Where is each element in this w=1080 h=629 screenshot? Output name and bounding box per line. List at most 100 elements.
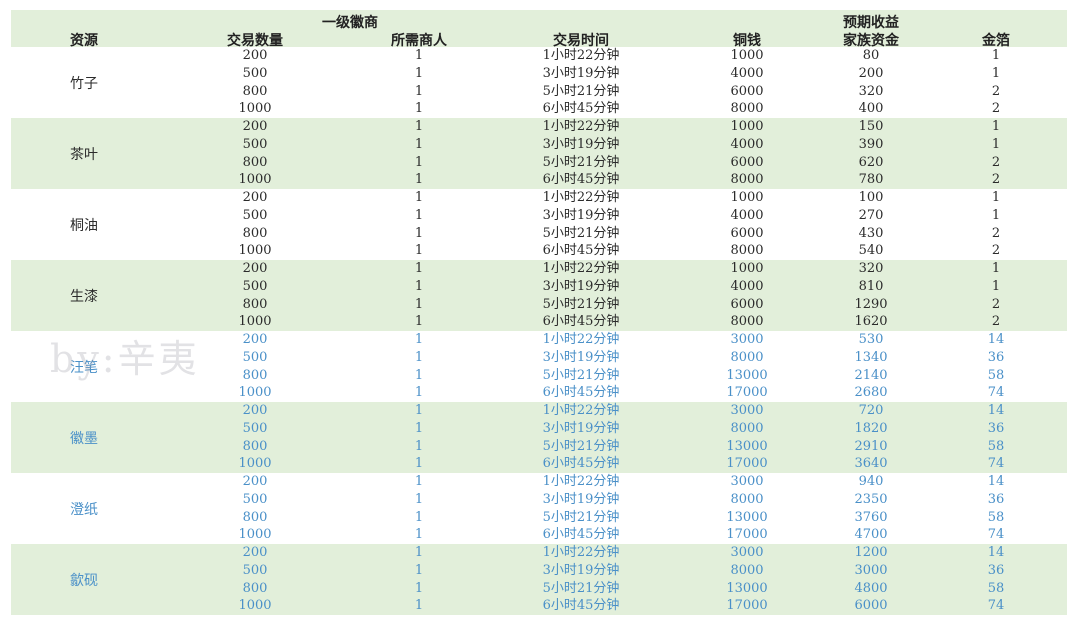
quantity-cell: 1000 [238, 527, 272, 543]
gold-cell: 14 [987, 474, 1005, 489]
family-fund-cell: 780 [858, 172, 884, 188]
gold-cell: 36 [987, 349, 1005, 365]
merchants-cell: 1 [414, 420, 424, 436]
quantity-cell: 200 [242, 190, 268, 205]
time-cell: 3小时19分钟 [542, 491, 620, 507]
copper-cell: 1000 [730, 119, 764, 134]
table-row: 500 1 3小时19分钟 8000 1820 36 [11, 420, 1067, 438]
time-cell: 5小时21分钟 [542, 154, 620, 170]
quantity-cell: 200 [242, 545, 268, 560]
quantity-cell: 500 [242, 65, 268, 81]
time-cell: 6小时45分钟 [542, 314, 620, 330]
table-row: 500 1 3小时19分钟 8000 3000 36 [11, 562, 1067, 580]
merchants-cell: 1 [414, 491, 424, 507]
time-cell: 1小时22分钟 [542, 48, 620, 63]
family-fund-cell: 400 [858, 101, 884, 117]
family-fund-cell: 100 [858, 190, 884, 205]
gold-cell: 58 [987, 580, 1005, 596]
table-row: 200 1 1小时22分钟 1000 100 1 [11, 189, 1067, 207]
merchants-cell: 1 [414, 65, 424, 81]
table-row: 800 1 5小时21分钟 13000 3760 58 [11, 509, 1067, 527]
quantity-cell: 500 [242, 136, 268, 152]
gold-cell: 58 [987, 367, 1005, 383]
gold-cell: 36 [987, 562, 1005, 578]
quantity-cell: 1000 [238, 101, 272, 117]
table-row: 500 1 3小时19分钟 4000 810 1 [11, 278, 1067, 296]
quantity-cell: 800 [242, 367, 268, 383]
copper-cell: 1000 [730, 48, 764, 63]
merchants-cell: 1 [414, 83, 424, 99]
time-cell: 5小时21分钟 [542, 296, 620, 312]
table-row: 200 1 1小时22分钟 3000 530 14 [11, 331, 1067, 349]
family-fund-cell: 390 [858, 136, 884, 152]
quantity-cell: 1000 [238, 456, 272, 472]
table-row: 200 1 1小时22分钟 1000 80 1 [11, 47, 1067, 65]
merchants-cell: 1 [414, 261, 424, 276]
time-cell: 5小时21分钟 [542, 580, 620, 596]
copper-cell: 8000 [730, 491, 764, 507]
gold-cell: 14 [987, 332, 1005, 347]
time-cell: 6小时45分钟 [542, 527, 620, 543]
quantity-cell: 800 [242, 83, 268, 99]
gold-cell: 2 [991, 101, 1001, 117]
quantity-cell: 800 [242, 296, 268, 312]
table-header: 一级徽商 预期收益 资源 交易数量 所需商人 交易时间 铜钱 家族资金 金箔 [11, 10, 1067, 49]
family-fund-cell: 6000 [854, 598, 888, 614]
merchants-cell: 1 [414, 474, 424, 489]
merchants-cell: 1 [414, 172, 424, 188]
table-row: 1000 1 6小时45分钟 17000 2680 74 [11, 384, 1067, 402]
gold-cell: 1 [991, 207, 1001, 223]
gold-cell: 1 [991, 48, 1001, 63]
family-fund-cell: 3000 [854, 562, 888, 578]
family-fund-cell: 2910 [854, 438, 888, 454]
family-fund-cell: 4700 [854, 527, 888, 543]
family-fund-cell: 540 [858, 243, 884, 259]
merchants-cell: 1 [414, 598, 424, 614]
gold-cell: 36 [987, 420, 1005, 436]
time-cell: 5小时21分钟 [542, 83, 620, 99]
gold-cell: 2 [991, 225, 1001, 241]
time-cell: 3小时19分钟 [542, 349, 620, 365]
table-row: 200 1 1小时22分钟 3000 720 14 [11, 402, 1067, 420]
resource-group: 桐油 200 1 1小时22分钟 1000 100 1 500 1 3小时19分钟 4000 270 1… [11, 189, 1067, 260]
gold-cell: 1 [991, 261, 1001, 276]
family-fund-cell: 940 [858, 474, 884, 489]
merchants-cell: 1 [414, 403, 424, 418]
table-row: 200 1 1小时22分钟 1000 320 1 [11, 260, 1067, 278]
family-fund-cell: 150 [858, 119, 884, 134]
merchants-cell: 1 [414, 509, 424, 525]
table-row: 800 1 5小时21分钟 6000 620 2 [11, 154, 1067, 172]
gold-cell: 2 [991, 314, 1001, 330]
time-cell: 6小时45分钟 [542, 598, 620, 614]
merchants-cell: 1 [414, 545, 424, 560]
family-fund-cell: 2680 [854, 385, 888, 401]
time-cell: 1小时22分钟 [542, 545, 620, 560]
table-row: 500 1 3小时19分钟 8000 2350 36 [11, 491, 1067, 509]
quantity-cell: 1000 [238, 243, 272, 259]
time-cell: 6小时45分钟 [542, 243, 620, 259]
copper-cell: 8000 [730, 172, 764, 188]
family-fund-cell: 320 [858, 261, 884, 276]
copper-cell: 8000 [730, 101, 764, 117]
copper-cell: 1000 [730, 261, 764, 276]
time-cell: 5小时21分钟 [542, 509, 620, 525]
table-row: 200 1 1小时22分钟 1000 150 1 [11, 118, 1067, 136]
resource-group: 歙砚 200 1 1小时22分钟 3000 1200 14 500 1 3小时19分钟 8000 30… [11, 544, 1067, 615]
merchants-cell: 1 [414, 580, 424, 596]
time-cell: 3小时19分钟 [542, 278, 620, 294]
family-fund-cell: 530 [858, 332, 884, 347]
merchants-cell: 1 [414, 243, 424, 259]
family-fund-cell: 430 [858, 225, 884, 241]
time-cell: 1小时22分钟 [542, 190, 620, 205]
quantity-cell: 800 [242, 580, 268, 596]
quantity-cell: 1000 [238, 314, 272, 330]
copper-cell: 8000 [730, 420, 764, 436]
family-fund-cell: 200 [858, 65, 884, 81]
quantity-cell: 200 [242, 403, 268, 418]
time-cell: 5小时21分钟 [542, 367, 620, 383]
copper-cell: 13000 [726, 367, 768, 383]
table-row: 500 1 3小时19分钟 4000 200 1 [11, 65, 1067, 83]
gold-cell: 74 [987, 385, 1005, 401]
resource-group: 生漆 200 1 1小时22分钟 1000 320 1 500 1 3小时19分钟 4000 810 1… [11, 260, 1067, 331]
copper-cell: 4000 [730, 65, 764, 81]
